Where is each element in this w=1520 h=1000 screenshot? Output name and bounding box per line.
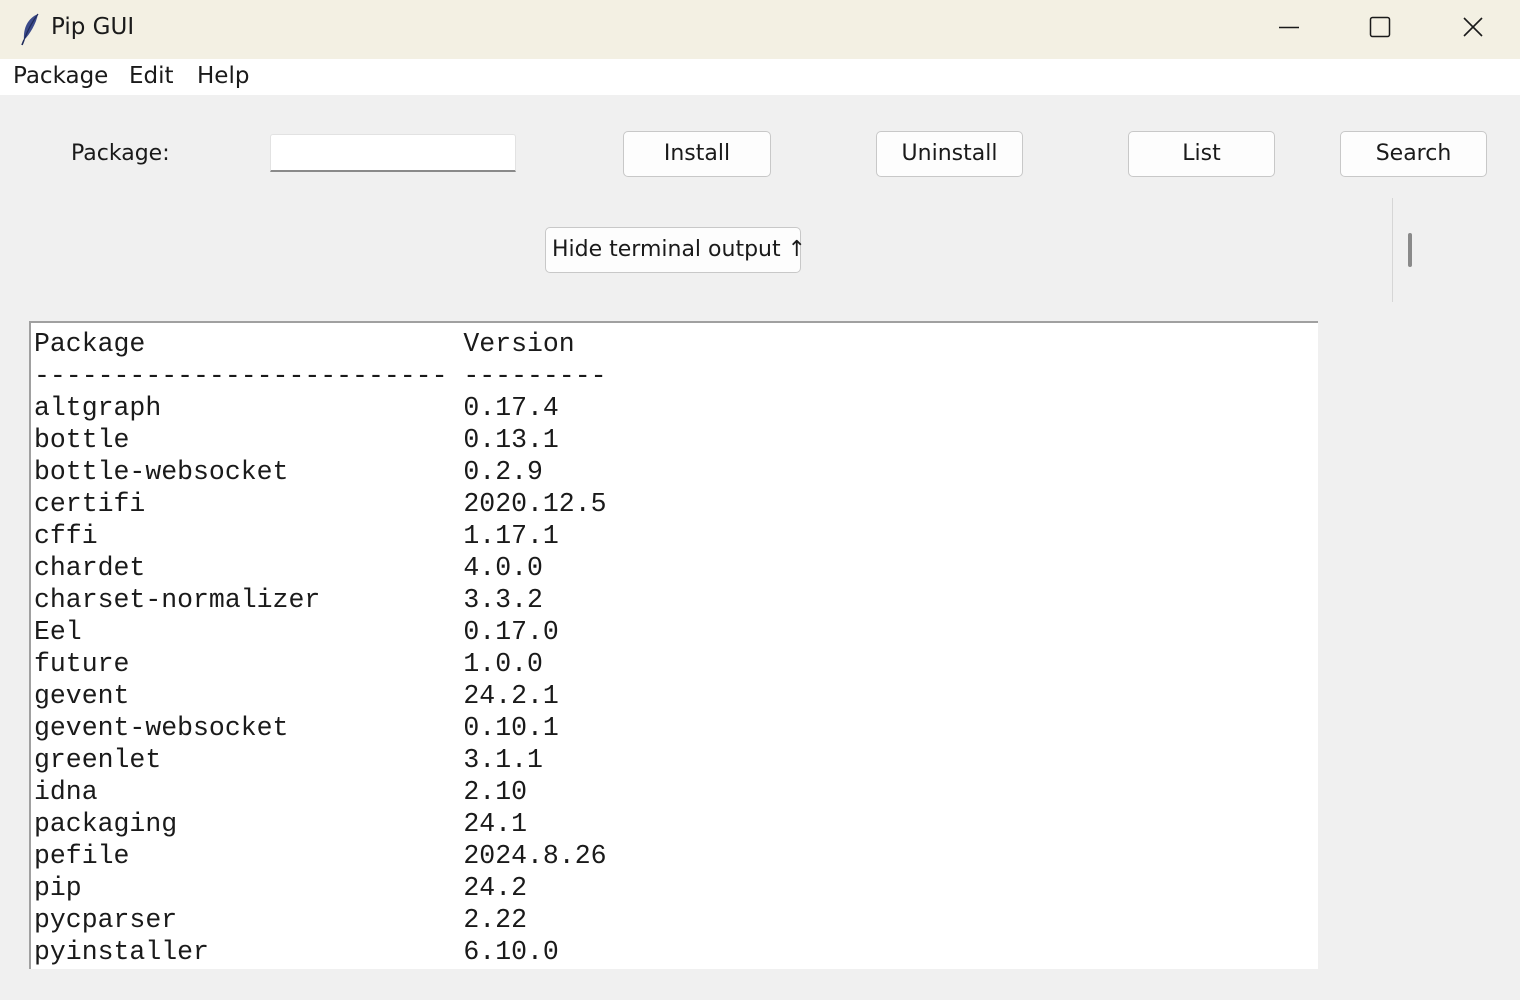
search-button[interactable]: Search [1340,131,1487,177]
terminal-row: charset-normalizer 3.3.2 [34,585,543,615]
minimize-button[interactable] [1243,0,1335,56]
terminal-row: pycparser 2.22 [34,905,527,935]
row-version: 24.2.1 [463,681,559,711]
minimize-icon [1279,26,1299,29]
terminal-row: gevent 24.2.1 [34,681,559,711]
row-version: 6.10.0 [463,937,559,967]
separator-package: -------------------------- [34,361,448,391]
feather-icon [21,13,39,46]
terminal-row: greenlet 3.1.1 [34,745,543,775]
row-version: 0.17.0 [463,617,559,647]
header-version: Version [463,329,575,359]
row-package-name: bottle [34,425,130,455]
terminal-row: certifi 2020.12.5 [34,489,607,519]
package-input[interactable] [270,134,516,172]
row-version: 24.2 [463,873,528,903]
package-label: Package: [71,141,170,166]
terminal-row: pip 24.2 [34,873,527,903]
title-bar: Pip GUI [0,0,1520,59]
terminal-row: packaging 24.1 [34,809,527,839]
row-version: 1.17.1 [463,521,559,551]
row-package-name: chardet [34,553,146,583]
close-button[interactable] [1427,0,1519,56]
list-button[interactable]: List [1128,131,1275,177]
terminal-separator: -------------------------- --------- [34,361,607,391]
window-title: Pip GUI [51,14,135,40]
terminal-row: gevent-websocket 0.10.1 [34,713,559,743]
menu-help[interactable]: Help [197,63,249,89]
uninstall-button[interactable]: Uninstall [876,131,1023,177]
row-package-name: future [34,649,130,679]
row-package-name: idna [34,777,98,807]
hide-terminal-button[interactable]: Hide terminal output ↑ [545,227,806,273]
row-version: 2020.12.5 [463,489,607,519]
row-package-name: Eel [34,617,82,647]
close-icon [1463,17,1483,37]
terminal-header: Package Version [34,329,575,359]
terminal-row: pefile 2024.8.26 [34,841,607,871]
terminal-row: altgraph 0.17.4 [34,393,559,423]
row-version: 24.1 [463,809,527,839]
terminal-row: idna 2.10 [34,777,527,807]
terminal-row: pyinstaller 6.10.0 [34,937,559,967]
row-package-name: pefile [34,841,130,871]
row-version: 2.22 [463,905,527,935]
row-package-name: certifi [34,489,146,519]
row-version: 4.0.0 [463,553,543,583]
separator [1392,198,1393,302]
row-version: 0.13.1 [463,425,559,455]
terminal-text: Package Version ------------------------… [31,323,1318,968]
scrollbar-thumb[interactable] [1408,233,1412,267]
row-version: 3.1.1 [463,745,543,775]
row-package-name: pyinstaller [34,937,209,967]
maximize-icon [1369,16,1391,38]
menu-bar: Package Edit Help [0,59,1520,95]
row-package-name: bottle-websocket [34,457,289,487]
row-version: 3.3.2 [463,585,543,615]
row-version: 2024.8.26 [463,841,607,871]
terminal-row: Eel 0.17.0 [34,617,559,647]
header-package: Package [34,329,146,359]
terminal-row: bottle 0.13.1 [34,425,559,455]
row-package-name: altgraph [34,393,162,423]
row-version: 0.17.4 [463,393,559,423]
terminal-row: future 1.0.0 [34,649,543,679]
row-version: 1.0.0 [463,649,543,679]
maximize-button[interactable] [1334,0,1426,56]
menu-package[interactable]: Package [13,63,108,89]
row-version: 0.2.9 [463,457,543,487]
row-version: 2.10 [463,777,528,807]
row-package-name: packaging [34,809,178,839]
row-package-name: gevent [34,681,130,711]
terminal-row: chardet 4.0.0 [34,553,543,583]
row-package-name: pycparser [34,905,178,935]
row-package-name: greenlet [34,745,162,775]
separator-version: --------- [463,361,607,391]
row-version: 0.10.1 [463,713,559,743]
terminal-row: bottle-websocket 0.2.9 [34,457,543,487]
row-package-name: gevent-websocket [34,713,289,743]
terminal-row: cffi 1.17.1 [34,521,559,551]
row-package-name: pip [34,873,82,903]
terminal-output[interactable]: Package Version ------------------------… [29,321,1318,969]
row-package-name: charset-normalizer [34,585,321,615]
install-button[interactable]: Install [623,131,771,177]
row-package-name: cffi [34,521,98,551]
menu-edit[interactable]: Edit [129,63,174,89]
